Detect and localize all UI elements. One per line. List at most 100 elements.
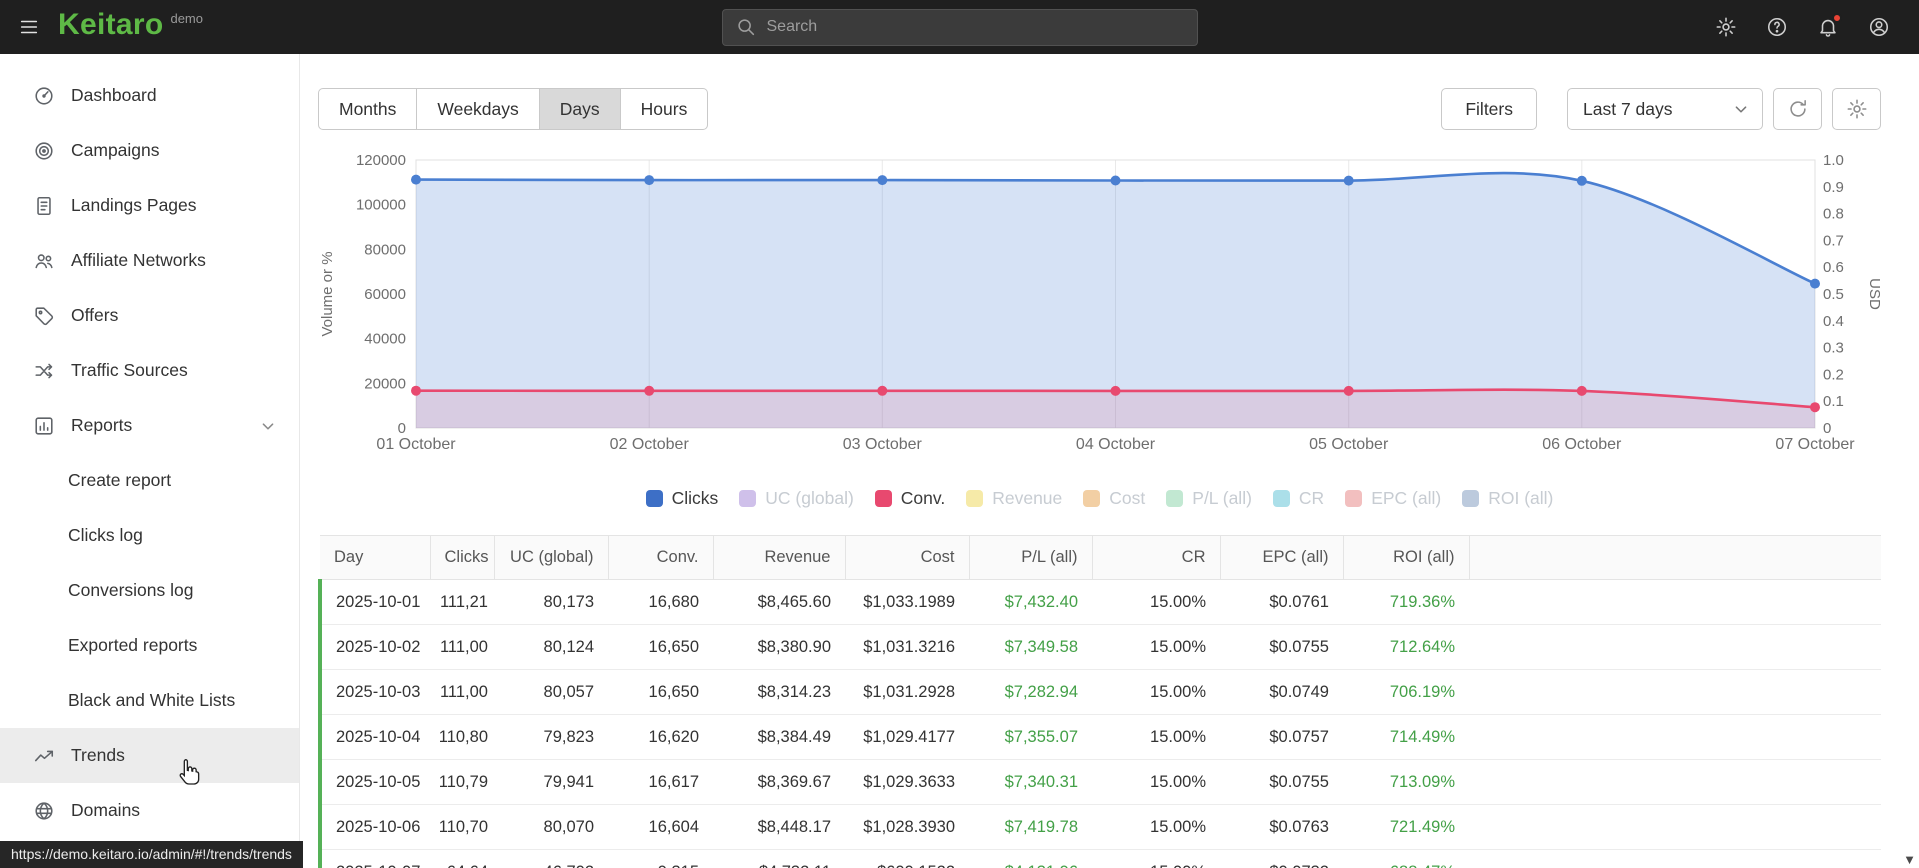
table-row: 2025-10-04 110,80 79,823 16,620 $8,384.49 $1,…: [318, 714, 1881, 760]
sidebar-subitem-exported-reports[interactable]: Exported reports: [0, 618, 299, 673]
sidebar-subitem-black-and-white-lists[interactable]: Black and White Lists: [0, 673, 299, 728]
cell-pl: $7,355.07: [969, 714, 1092, 760]
cell-uc: 80,124: [494, 624, 608, 670]
legend-label: P/L (all): [1192, 488, 1252, 508]
notification-badge: [1832, 12, 1842, 23]
legend-swatch: [1166, 490, 1184, 507]
dashboard-icon: [32, 85, 56, 107]
cell-revenue: $8,384.49: [713, 714, 845, 760]
cell-cost: $600.1522: [845, 849, 969, 868]
sidebar-item-reports[interactable]: Reports: [0, 398, 299, 453]
sidebar-item-traffic-sources[interactable]: Traffic Sources: [0, 343, 299, 398]
cell-day: 2025-10-06: [318, 804, 430, 850]
table-row: 2025-10-03 111,00 80,057 16,650 $8,314.23 $1,…: [318, 669, 1881, 715]
help-button[interactable]: [1758, 9, 1795, 46]
svg-text:80000: 80000: [364, 241, 406, 258]
sidebar-item-landings-pages[interactable]: Landings Pages: [0, 178, 299, 233]
sidebar-item-affiliate-networks[interactable]: Affiliate Networks: [0, 233, 299, 288]
table-row: 2025-10-05 110,79 79,941 16,617 $8,369.67 $1,…: [318, 759, 1881, 805]
svg-text:03 October: 03 October: [843, 436, 923, 453]
legend-item-p-l-all[interactable]: P/L (all): [1166, 488, 1252, 509]
menu-button[interactable]: [0, 0, 58, 54]
sidebar-item-label: Landings Pages: [71, 195, 197, 215]
chart-settings-button[interactable]: [1832, 88, 1881, 130]
date-range-select[interactable]: Last 7 days: [1567, 88, 1763, 130]
svg-text:Volume or %: Volume or %: [319, 251, 336, 336]
tab-days[interactable]: Days: [539, 88, 621, 130]
legend-item-uc-global[interactable]: UC (global): [739, 488, 854, 509]
legend-swatch: [1462, 490, 1480, 507]
reports-icon: [32, 415, 56, 437]
legend-item-epc-all[interactable]: EPC (all): [1345, 488, 1441, 509]
cell-day: 2025-10-02: [318, 624, 430, 670]
global-search[interactable]: [721, 8, 1198, 46]
legend-item-clicks[interactable]: Clicks: [645, 488, 718, 509]
filters-button[interactable]: Filters: [1441, 88, 1537, 130]
cell-revenue: $8,465.60: [713, 579, 845, 625]
cell-roi: 712.64%: [1343, 624, 1469, 670]
tab-hours[interactable]: Hours: [620, 88, 709, 130]
svg-text:120000: 120000: [356, 152, 406, 169]
sidebar-item-trends[interactable]: Trends: [0, 728, 299, 783]
cell-conv: 16,617: [608, 759, 713, 805]
svg-text:0.6: 0.6: [1823, 259, 1844, 276]
table-row: 2025-10-06 110,70 80,070 16,604 $8,448.17 $1,…: [318, 804, 1881, 850]
cell-cost: $1,029.3633: [845, 759, 969, 805]
svg-text:0: 0: [1823, 420, 1831, 437]
notifications-button[interactable]: [1809, 9, 1846, 46]
search-input[interactable]: [766, 18, 1185, 36]
cell-uc: 46,702: [494, 849, 608, 868]
table-row: 2025-10-01 111,21 80,173 16,680 $8,465.60 $1,…: [318, 579, 1881, 625]
svg-text:04 October: 04 October: [1076, 436, 1156, 453]
report-toolbar: Months Weekdays Days Hours Filters Last 7 d…: [318, 88, 1881, 130]
svg-text:02 October: 02 October: [610, 436, 690, 453]
settings-button[interactable]: [1707, 9, 1744, 46]
help-icon: [1766, 16, 1788, 38]
svg-text:07 October: 07 October: [1775, 436, 1855, 453]
cell-roi: 688.47%: [1343, 849, 1469, 868]
scrollbar-down-arrow[interactable]: ▼: [1903, 852, 1916, 867]
sidebar-subitem-create-report[interactable]: Create report: [0, 453, 299, 508]
cell-cost: $1,031.3216: [845, 624, 969, 670]
cell-epc: $0.0763: [1220, 804, 1343, 850]
sidebar-item-label: Trends: [71, 745, 125, 765]
legend-label: Cost: [1109, 488, 1146, 508]
topbar-actions: [1707, 9, 1919, 46]
sidebar-item-offers[interactable]: Offers: [0, 288, 299, 343]
cell-epc: $0.0757: [1220, 714, 1343, 760]
legend-label: ROI (all): [1488, 488, 1554, 508]
sidebar-item-label: Affiliate Networks: [71, 250, 206, 270]
sidebar-subitem-conversions-log[interactable]: Conversions log: [0, 563, 299, 618]
sidebar-item-campaigns[interactable]: Campaigns: [0, 123, 299, 178]
campaigns-icon: [32, 140, 56, 162]
sidebar-item-dashboard[interactable]: Dashboard: [0, 68, 299, 123]
svg-text:40000: 40000: [364, 331, 406, 348]
legend-item-roi-all[interactable]: ROI (all): [1462, 488, 1553, 509]
legend-item-revenue[interactable]: Revenue: [966, 488, 1062, 509]
table-header-row: Day Clicks UC (global) Conv. Revenue Cost P/L …: [320, 535, 1881, 580]
sidebar-item-label: Reports: [71, 415, 133, 435]
legend-swatch: [739, 490, 757, 507]
cell-clicks: 111,21: [430, 579, 494, 625]
legend-item-cr[interactable]: CR: [1272, 488, 1324, 509]
cell-revenue: $8,369.67: [713, 759, 845, 805]
cell-epc: $0.0755: [1220, 624, 1343, 670]
interval-tabs: Months Weekdays Days Hours: [318, 88, 709, 130]
tab-months[interactable]: Months: [318, 88, 418, 130]
legend-item-conv[interactable]: Conv.: [874, 488, 945, 509]
date-range-value: Last 7 days: [1583, 98, 1673, 119]
legend-item-cost[interactable]: Cost: [1083, 488, 1145, 509]
svg-text:USD: USD: [1866, 278, 1881, 310]
tab-weekdays[interactable]: Weekdays: [417, 88, 540, 130]
brand[interactable]: Keitaro demo: [58, 0, 203, 54]
topbar: Keitaro demo: [0, 0, 1919, 54]
refresh-button[interactable]: [1773, 88, 1822, 130]
account-button[interactable]: [1860, 9, 1897, 46]
svg-text:0.5: 0.5: [1823, 286, 1844, 303]
offers-icon: [32, 305, 56, 327]
sidebar-subitem-clicks-log[interactable]: Clicks log: [0, 508, 299, 563]
sidebar-item-domains[interactable]: Domains: [0, 783, 299, 838]
svg-text:0: 0: [398, 420, 406, 437]
cell-conv: 16,680: [608, 579, 713, 625]
user-avatar-icon: [1868, 16, 1890, 38]
